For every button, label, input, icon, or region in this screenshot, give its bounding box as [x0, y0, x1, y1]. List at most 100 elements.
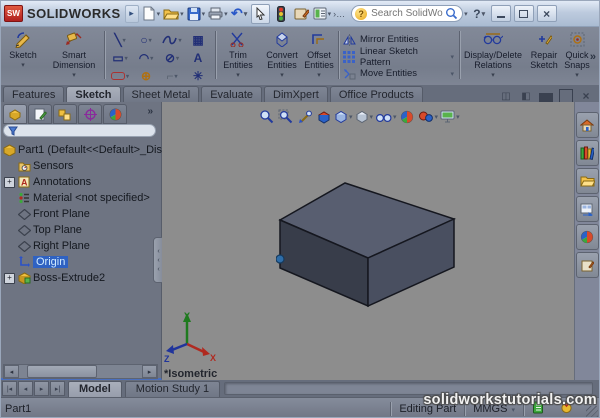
scroll-right-button[interactable]: ▸ — [142, 365, 157, 378]
ribbon-overflow-chevron[interactable]: » — [590, 51, 596, 63]
pane-toggle-left-icon[interactable]: ◫ — [499, 90, 513, 102]
display-style-button[interactable]: ▾ — [355, 108, 373, 126]
spline-tool-button[interactable]: ▾ — [159, 31, 185, 49]
display-manager-tab[interactable] — [103, 104, 127, 124]
search-box[interactable]: ? — [351, 5, 464, 22]
edit-appearance-button[interactable] — [399, 108, 416, 126]
zoom-to-area-button[interactable] — [277, 108, 294, 126]
line-tool-button[interactable]: ╲ ▾ — [107, 31, 133, 49]
tab-sheet-metal[interactable]: Sheet Metal — [122, 86, 200, 102]
move-entities-button[interactable]: Move Entities ▾ — [342, 65, 454, 82]
open-document-button[interactable]: ▾ — [163, 5, 184, 23]
tree-item-right-plane[interactable]: Right Plane — [1, 238, 161, 254]
panel-overflow-chevron[interactable]: » — [147, 106, 153, 117]
doc-restore-button[interactable] — [559, 89, 573, 103]
tree-item-top-plane[interactable]: Top Plane — [1, 222, 161, 238]
search-input[interactable] — [369, 7, 446, 20]
fillet-tool-button[interactable]: ⌐ ▾ — [159, 67, 185, 85]
tree-filter-box[interactable] — [3, 124, 156, 137]
scroll-left-button[interactable]: ◂ — [4, 365, 19, 378]
tree-item-material[interactable]: Material <not specified> — [1, 190, 161, 206]
taskpane-file-explorer-tab[interactable] — [575, 168, 599, 194]
tab-features[interactable]: Features — [3, 86, 65, 102]
restore-button[interactable] — [513, 5, 534, 22]
tree-item-origin[interactable]: Origin — [1, 254, 161, 270]
undo-button[interactable]: ↶ ▾ — [231, 5, 248, 23]
close-button[interactable]: × — [536, 5, 557, 22]
configuration-manager-tab[interactable] — [53, 104, 77, 124]
search-icon[interactable] — [445, 7, 458, 20]
tree-item-sensors[interactable]: Sensors — [1, 158, 161, 174]
arc-tool-button[interactable]: ◠ ▾ — [133, 49, 159, 67]
point-tool-button[interactable]: ✳ — [185, 67, 211, 85]
menu-expand-button[interactable]: ▸ — [124, 4, 139, 23]
quick-snaps-button[interactable]: Quick Snaps ▾ — [562, 29, 592, 81]
taskpane-design-library-tab[interactable] — [575, 140, 599, 166]
circle-tool-button[interactable]: ○ ▾ — [133, 31, 159, 49]
repair-sketch-icon — [536, 29, 552, 49]
doc-close-button[interactable]: × — [579, 89, 593, 103]
scrollbar-thumb[interactable] — [27, 365, 97, 378]
select-tool-button[interactable] — [250, 3, 270, 24]
pane-toggle-right-icon[interactable]: ◧ — [519, 90, 533, 102]
toolbar-overflow[interactable]: ›… — [333, 9, 345, 19]
rectangle-tool-button[interactable]: ▭ ▾ — [107, 49, 133, 67]
sketch-button[interactable]: Sketch ▾ — [3, 29, 43, 81]
motion-study-tab[interactable]: Motion Study 1 — [124, 380, 221, 397]
tab-office-products[interactable]: Office Products — [329, 86, 423, 102]
previous-view-button[interactable] — [296, 108, 313, 126]
tree-horizontal-scrollbar[interactable]: ◂ ▸ — [3, 364, 158, 379]
tree-item-front-plane[interactable]: Front Plane — [1, 206, 161, 222]
tree-item-boss-extrude2[interactable]: + Boss-Extrude2 — [1, 270, 161, 286]
section-view-button[interactable] — [315, 108, 332, 126]
tab-evaluate[interactable]: Evaluate — [201, 86, 263, 102]
apply-scene-button[interactable]: ▾ — [418, 108, 438, 126]
tab-sketch[interactable]: Sketch — [66, 86, 121, 102]
graphics-viewport[interactable]: ▾ ▾ ▾ ▾ ▾ Y X Z *Isometric — [162, 102, 576, 380]
polygon-tool-button[interactable]: ⊕ — [133, 67, 159, 85]
tab-scroll-left-button[interactable]: ◂ — [18, 381, 33, 396]
offset-entities-button[interactable]: Offset Entities ▾ — [301, 29, 337, 81]
origin-point[interactable] — [276, 254, 285, 264]
property-manager-tab[interactable] — [28, 104, 52, 124]
taskpane-home-tab[interactable] — [575, 112, 599, 138]
search-dropdown-caret-icon[interactable]: ▾ — [464, 10, 468, 18]
slot-tool-button[interactable]: ▾ — [107, 67, 133, 85]
new-document-button[interactable]: ▾ — [142, 5, 160, 23]
ellipse-tool-button[interactable]: ⊘ ▾ — [159, 49, 185, 67]
help-button[interactable]: ? ▾ — [471, 5, 488, 23]
expand-icon[interactable]: + — [4, 176, 15, 188]
expand-icon[interactable]: + — [4, 272, 15, 284]
doc-minimize-button[interactable] — [539, 90, 553, 105]
tab-scroll-last-button[interactable]: ▸| — [50, 381, 65, 396]
linear-sketch-pattern-button[interactable]: Linear Sketch Pattern ▾ — [342, 46, 454, 68]
print-button[interactable]: ▾ — [208, 5, 228, 23]
sketch-picture-button[interactable]: ▦ — [185, 31, 211, 49]
rebuild-traffic-light-icon[interactable] — [273, 5, 290, 23]
smart-dimension-button[interactable]: Smart Dimension ▾ — [45, 29, 103, 81]
minimize-button[interactable] — [490, 5, 511, 22]
save-button[interactable]: ▾ — [187, 5, 205, 23]
view-settings-button[interactable]: ▾ — [440, 108, 460, 126]
taskpane-appearances-tab[interactable] — [575, 224, 599, 250]
hide-show-items-button[interactable]: ▾ — [375, 108, 397, 126]
taskpane-view-palette-tab[interactable] — [575, 196, 599, 222]
zoom-to-fit-button[interactable] — [258, 108, 275, 126]
taskpane-custom-properties-tab[interactable] — [575, 252, 599, 278]
tab-scroll-right-button[interactable]: ▸ — [34, 381, 49, 396]
dimxpert-manager-tab[interactable] — [78, 104, 102, 124]
view-orientation-button[interactable]: ▾ — [334, 108, 353, 126]
task-list-button[interactable]: ▾ — [313, 5, 331, 23]
convert-entities-button[interactable]: Convert Entities ▾ — [260, 29, 304, 81]
tree-root-part[interactable]: Part1 (Default<<Default>_Disp — [1, 142, 168, 158]
trim-entities-button[interactable]: Trim Entities ▾ — [218, 29, 258, 81]
text-tool-button[interactable]: A — [185, 49, 211, 67]
tab-scroll-first-button[interactable]: |◂ — [2, 381, 17, 396]
options-button[interactable] — [293, 5, 310, 23]
tree-item-annotations[interactable]: + A Annotations — [1, 174, 161, 190]
tab-dimxpert[interactable]: DimXpert — [264, 86, 328, 102]
featuremanager-tree-tab[interactable] — [3, 104, 27, 124]
display-delete-relations-button[interactable]: Display/Delete Relations ▾ — [462, 29, 524, 81]
repair-sketch-button[interactable]: Repair Sketch — [527, 29, 561, 81]
model-tab[interactable]: Model — [68, 380, 122, 397]
